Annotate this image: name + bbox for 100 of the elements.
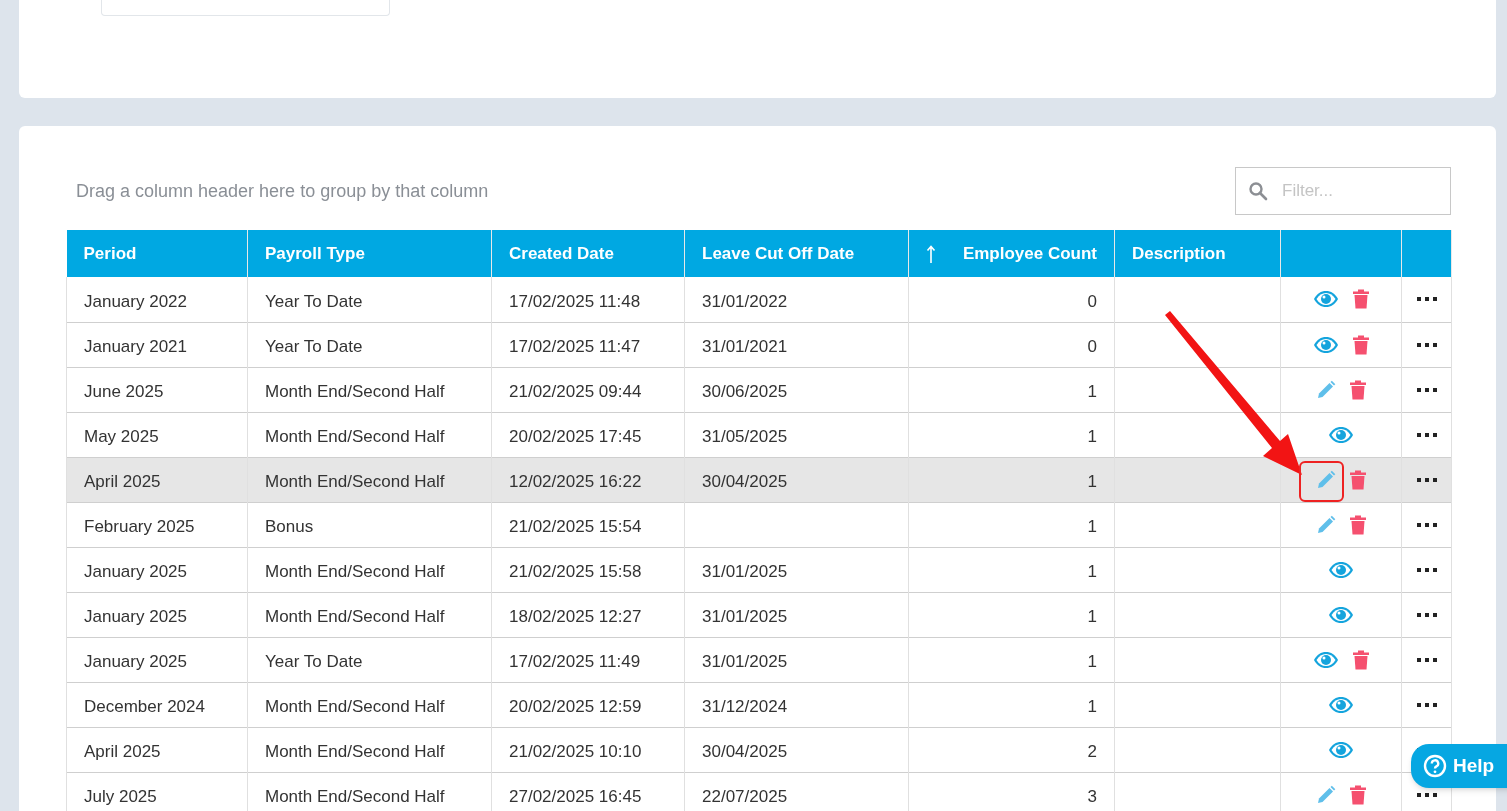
table-row[interactable]: May 2025 Month End/Second Half 20/02/2025 17:45 31/05/2025 1 (66, 412, 1452, 457)
trash-icon[interactable] (1350, 514, 1366, 535)
table-cell: Month End/Second Half (265, 696, 445, 716)
more-icon[interactable] (1416, 432, 1437, 437)
table-cell: January 2021 (84, 336, 188, 356)
more-icon[interactable] (1416, 342, 1437, 347)
table-row[interactable]: February 2025 Bonus 21/02/2025 15:54 1 (66, 502, 1452, 547)
table-cell: 21/02/2025 15:54 (509, 516, 642, 536)
table-cell: 1 (1087, 651, 1097, 671)
table-cell: July 2025 (84, 786, 157, 806)
view-icon[interactable] (1328, 695, 1354, 714)
table-cell: 17/02/2025 11:49 (509, 651, 641, 671)
table-cell: Year To Date (265, 336, 363, 356)
table-cell: 2 (1087, 741, 1097, 761)
table-cell: January 2025 (84, 651, 188, 671)
more-icon[interactable] (1416, 702, 1437, 707)
table-cell: January 2022 (84, 291, 188, 311)
table-cell: 31/01/2022 (702, 291, 788, 311)
table-cell: 18/02/2025 12:27 (509, 606, 642, 626)
table-row[interactable]: July 2025 Month End/Second Half 27/02/2025 16:45 22/07/2025 3 (66, 772, 1452, 811)
table-cell: Year To Date (265, 291, 363, 311)
table-cell: 0 (1087, 336, 1097, 356)
more-icon[interactable] (1416, 387, 1437, 392)
table-cell: 27/02/2025 16:45 (509, 786, 642, 806)
sort-up-icon[interactable] (926, 244, 936, 263)
table-cell: 30/04/2025 (702, 741, 788, 761)
table-cell: Month End/Second Half (265, 561, 445, 581)
table-cell: Month End/Second Half (265, 381, 445, 401)
more-icon[interactable] (1416, 792, 1437, 797)
question-icon (1423, 754, 1447, 778)
table-cell: 1 (1087, 381, 1097, 401)
table-cell: 17/02/2025 11:48 (509, 291, 641, 311)
view-icon[interactable] (1328, 740, 1354, 759)
table-row[interactable]: January 2025 Year To Date 17/02/2025 11:49 31/01/2025 1 (66, 637, 1452, 682)
table-cell: 31/05/2025 (702, 426, 788, 446)
more-icon[interactable] (1416, 477, 1437, 482)
table-cell: 3 (1087, 786, 1097, 806)
table-cell: Month End/Second Half (265, 471, 445, 491)
more-icon[interactable] (1416, 657, 1437, 662)
table-cell: 1 (1087, 696, 1097, 716)
table-cell: 17/02/2025 11:47 (509, 336, 641, 356)
table-cell: April 2025 (84, 471, 161, 491)
table-cell: 12/02/2025 16:22 (509, 471, 642, 491)
table-cell: 31/01/2021 (702, 336, 788, 356)
trash-icon[interactable] (1353, 334, 1369, 355)
table-cell: Month End/Second Half (265, 786, 445, 806)
table-cell: 31/12/2024 (702, 696, 788, 716)
table-cell: January 2025 (84, 561, 188, 581)
pencil-icon[interactable] (1316, 784, 1336, 805)
table-cell: June 2025 (84, 381, 164, 401)
pencil-icon[interactable] (1316, 379, 1336, 400)
filter-field[interactable]: Filter... (1235, 167, 1451, 215)
table-row[interactable]: January 2025 Month End/Second Half 21/02/2025 15:58 31/01/2025 1 (66, 547, 1452, 592)
highlight-box (1299, 461, 1344, 502)
table-row[interactable]: April 2025 Month End/Second Half 21/02/2025 10:10 30/04/2025 2 (66, 727, 1452, 772)
table-cell: February 2025 (84, 516, 195, 536)
table-cell: 31/01/2025 (702, 606, 788, 626)
search-icon (1248, 181, 1268, 201)
view-icon[interactable] (1313, 650, 1339, 669)
table-row[interactable]: January 2022 Year To Date 17/02/2025 11:48 31/01/2022 0 (66, 277, 1452, 322)
table-cell: Month End/Second Half (265, 741, 445, 761)
table-cell: 22/07/2025 (702, 786, 788, 806)
pencil-icon[interactable] (1316, 514, 1336, 535)
table-cell: Month End/Second Half (265, 426, 445, 446)
table-cell: 20/02/2025 12:59 (509, 696, 642, 716)
table-cell: 1 (1087, 516, 1097, 536)
table-row[interactable]: December 2024 Month End/Second Half 20/02/2025 12:59 31/12/2024 1 (66, 682, 1452, 727)
table-cell: December 2024 (84, 696, 205, 716)
trash-icon[interactable] (1353, 649, 1369, 670)
view-icon[interactable] (1313, 335, 1339, 354)
table-cell: January 2025 (84, 606, 188, 626)
more-icon[interactable] (1416, 297, 1437, 302)
table-cell: 30/04/2025 (702, 471, 788, 491)
trash-icon[interactable] (1353, 289, 1369, 310)
view-icon[interactable] (1328, 560, 1354, 579)
trash-icon[interactable] (1350, 784, 1366, 805)
table-cell: 1 (1087, 426, 1097, 446)
table-row[interactable]: January 2025 Month End/Second Half 18/02/2025 12:27 31/01/2025 1 (66, 592, 1452, 637)
table-cell: 30/06/2025 (702, 381, 788, 401)
table-row[interactable]: April 2025 Month End/Second Half 12/02/2025 16:22 30/04/2025 1 (66, 457, 1452, 502)
table-cell: 1 (1087, 471, 1097, 491)
view-icon[interactable] (1328, 605, 1354, 624)
table-cell: 31/01/2025 (702, 651, 788, 671)
more-icon[interactable] (1416, 522, 1437, 527)
group-panel-hint: Drag a column header here to group by that column (75, 179, 489, 203)
table-cell: Month End/Second Half (265, 606, 445, 626)
table-cell: 1 (1087, 561, 1097, 581)
table-row[interactable]: June 2025 Month End/Second Half 21/02/2025 09:44 30/06/2025 1 (66, 367, 1452, 412)
table-cell: 1 (1087, 606, 1097, 626)
table-row[interactable]: January 2021 Year To Date 17/02/2025 11:47 31/01/2021 0 (66, 322, 1452, 367)
table-cell: 21/02/2025 15:58 (509, 561, 642, 581)
more-icon[interactable] (1416, 612, 1437, 617)
trash-icon[interactable] (1350, 469, 1366, 490)
table-cell: April 2025 (84, 741, 161, 761)
table-cell: 21/02/2025 09:44 (509, 381, 642, 401)
view-icon[interactable] (1313, 290, 1339, 309)
trash-icon[interactable] (1350, 379, 1366, 400)
table-cell: 31/01/2025 (702, 561, 788, 581)
view-icon[interactable] (1328, 425, 1354, 444)
more-icon[interactable] (1416, 567, 1437, 572)
